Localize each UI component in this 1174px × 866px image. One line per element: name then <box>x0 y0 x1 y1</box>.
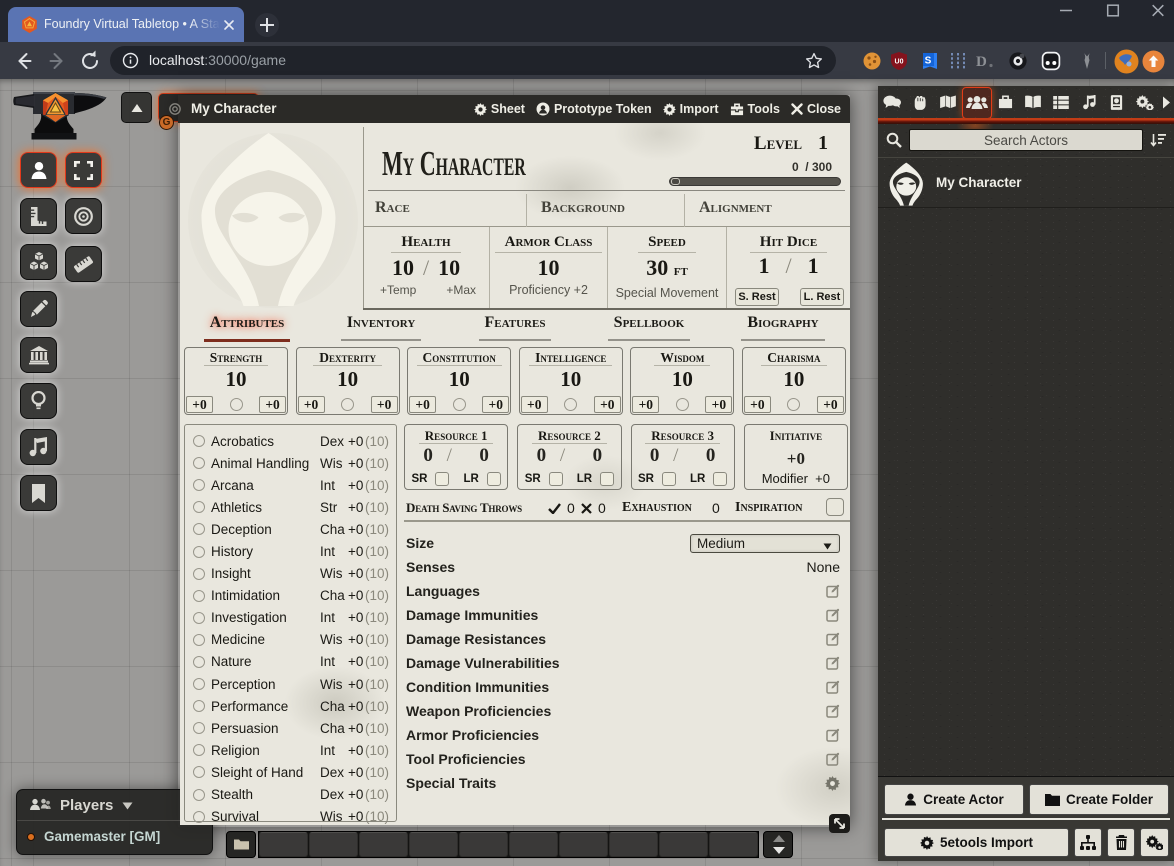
svg-text:D: D <box>976 54 987 70</box>
svg-text:U0: U0 <box>895 59 904 66</box>
svg-text:S: S <box>925 56 932 67</box>
